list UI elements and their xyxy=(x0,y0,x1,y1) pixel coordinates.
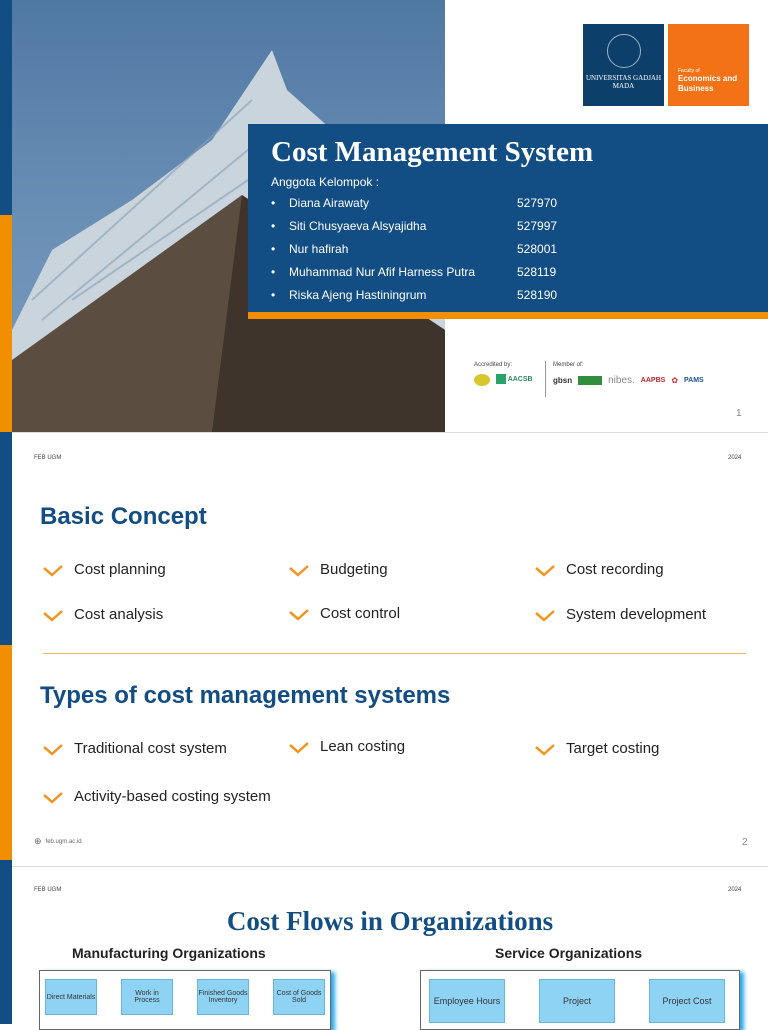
service-label: Service Organizations xyxy=(495,945,643,961)
check-icon xyxy=(289,741,309,754)
manufacturing-diagram: Direct Materials Work in Process Finishe… xyxy=(39,970,331,1030)
flow-box: Cost of Goods Sold xyxy=(273,979,325,1015)
page-number: 1 xyxy=(736,408,742,419)
header-right: 2024 xyxy=(728,455,742,461)
header-left: FEB UGM xyxy=(34,455,62,461)
check-icon xyxy=(43,743,63,756)
aacsb-logo: AACSB xyxy=(496,374,533,384)
member-row: • Riska Ajeng Hastiningrum 528190 xyxy=(271,288,558,302)
check-icon xyxy=(43,609,63,622)
concept-item: System development xyxy=(534,606,706,623)
title-box: Cost Management System Anggota Kelompok … xyxy=(248,124,768,312)
flow-box: Direct Materials xyxy=(45,979,97,1015)
check-icon xyxy=(43,564,63,577)
side-strip-blue xyxy=(0,432,12,645)
member-of-label: Member of: xyxy=(553,362,584,368)
website-footer: ⊕ feb.ugm.ac.id xyxy=(34,836,82,846)
member-row: • Nur hafirah 528001 xyxy=(271,242,558,256)
member-row: • Diana Airawaty 527970 xyxy=(271,196,558,210)
flow-box: Project Cost xyxy=(649,979,725,1023)
orange-divider xyxy=(248,312,768,319)
check-icon xyxy=(289,564,309,577)
slide-title: Cost Flows in Organizations xyxy=(226,906,554,936)
section-divider xyxy=(43,653,746,654)
accreditor-logo xyxy=(474,374,490,386)
membership-logos: gbsn nibes. AAPBS ✿ PAMS xyxy=(553,375,704,386)
member-row: • Muhammad Nur Afif Harness Putra 528119 xyxy=(271,265,557,279)
check-icon xyxy=(289,608,309,621)
type-item: Activity-based costing system xyxy=(42,788,271,805)
feb-logo: Faculty of Economics and Business xyxy=(668,24,749,106)
flow-box: Employee Hours xyxy=(429,979,505,1023)
side-strip-blue xyxy=(0,860,12,1024)
types-heading: Types of cost management systems xyxy=(40,682,451,709)
check-icon xyxy=(535,564,555,577)
flow-box: Finished Goods Inventory xyxy=(197,979,249,1015)
accredited-label: Accredited by: xyxy=(474,362,513,368)
side-strip-orange xyxy=(0,645,12,860)
manufacturing-label: Manufacturing Organizations xyxy=(72,945,266,961)
concept-item: Cost analysis xyxy=(42,606,163,623)
type-item: Lean costing xyxy=(288,738,405,755)
header-left: FEB UGM xyxy=(34,887,62,893)
concept-item: Cost recording xyxy=(534,561,664,578)
divider xyxy=(545,361,546,397)
member-row: • Siti Chusyaeva Alsyajidha 527997 xyxy=(271,219,558,233)
check-icon xyxy=(535,609,555,622)
header-right: 2024 xyxy=(728,887,742,893)
members-heading: Anggota Kelompok : xyxy=(271,175,380,189)
flow-box: Work in Process xyxy=(121,979,173,1015)
type-item: Traditional cost system xyxy=(42,740,227,757)
check-icon xyxy=(535,743,555,756)
slide-title: Cost Management System xyxy=(271,136,594,168)
type-item: Target costing xyxy=(534,740,659,757)
globe-icon: ⊕ xyxy=(34,836,42,846)
ugm-logo: UNIVERSITAS GADJAH MADA xyxy=(583,24,664,106)
concept-item: Cost planning xyxy=(42,561,166,578)
concept-item: Budgeting xyxy=(288,561,388,578)
flow-box: Project xyxy=(539,979,615,1023)
side-strip-blue xyxy=(0,0,12,215)
service-diagram: Employee Hours Project Project Cost xyxy=(420,970,740,1030)
side-strip-orange xyxy=(0,215,12,432)
page-number: 2 xyxy=(742,837,748,848)
concept-item: Cost control xyxy=(288,605,400,622)
check-icon xyxy=(43,791,63,804)
basic-concept-heading: Basic Concept xyxy=(40,503,207,530)
